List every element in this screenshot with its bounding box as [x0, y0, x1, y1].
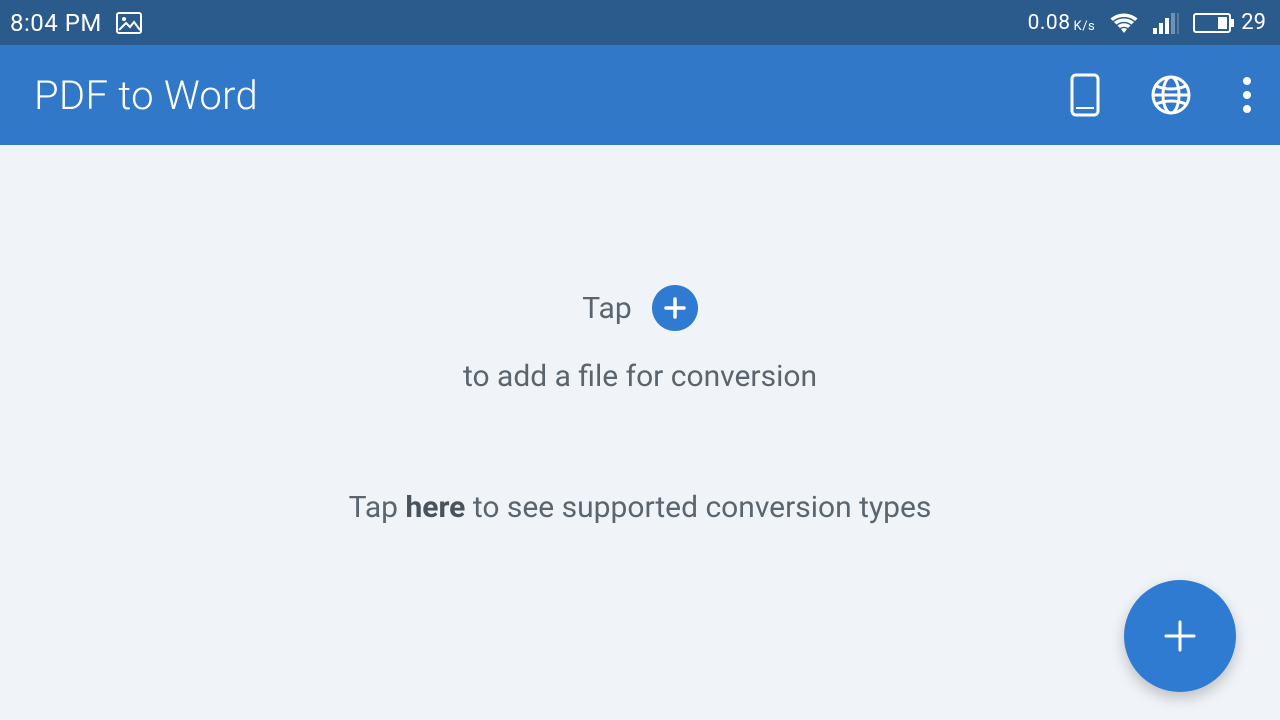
status-right: 0.08K/s 29: [1028, 10, 1266, 35]
empty-line-1: Tap: [582, 285, 697, 331]
globe-icon[interactable]: [1150, 74, 1192, 116]
picture-icon: [116, 12, 142, 34]
app-title: PDF to Word: [34, 72, 258, 119]
status-left: 8:04 PM: [10, 9, 142, 37]
app-bar: PDF to Word: [0, 45, 1280, 145]
app-bar-actions: [1070, 73, 1252, 117]
add-file-fab[interactable]: [1124, 580, 1236, 692]
battery-indicator: 29: [1193, 10, 1266, 35]
plus-inline-icon: [652, 285, 698, 331]
battery-text: 29: [1241, 10, 1266, 35]
empty-state: Tap to add a file for conversion Tap her…: [0, 145, 1280, 720]
status-time: 8:04 PM: [10, 9, 102, 37]
data-rate: 0.08K/s: [1028, 11, 1096, 35]
wifi-icon: [1109, 11, 1139, 35]
tap-label: Tap: [582, 291, 631, 326]
supported-types-link[interactable]: Tap here to see supported conversion typ…: [349, 490, 932, 525]
status-bar: 8:04 PM 0.08K/s: [0, 0, 1280, 45]
empty-line-2: to add a file for conversion: [463, 359, 817, 394]
signal-icon: [1153, 12, 1179, 34]
more-icon[interactable]: [1242, 75, 1252, 115]
device-icon[interactable]: [1070, 73, 1100, 117]
battery-icon: [1193, 12, 1235, 34]
